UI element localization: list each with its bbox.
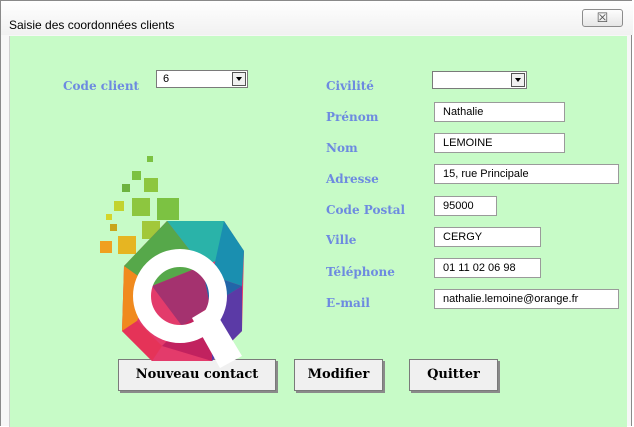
quitter-button[interactable]: Quitter: [409, 359, 498, 391]
dialog-window: Saisie des coordonnées clients ☒ Code cl…: [0, 0, 633, 427]
email-label: E-mail: [326, 296, 370, 310]
ville-field[interactable]: CERGY: [434, 227, 541, 247]
nom-field[interactable]: LEMOINE: [434, 133, 565, 153]
civilite-label: Civilité: [326, 79, 374, 93]
telephone-label: Téléphone: [326, 265, 395, 279]
window-title: Saisie des coordonnées clients: [9, 18, 175, 32]
q-logo-icon: [100, 156, 244, 368]
title-bar: Saisie des coordonnées clients ☒: [1, 1, 633, 35]
telephone-field[interactable]: 01 11 02 06 98: [434, 258, 541, 278]
email-field[interactable]: nathalie.lemoine@orange.fr: [434, 289, 619, 309]
form-area: Code client 6 Civilité Prénom Nathalie N…: [9, 36, 627, 427]
code-postal-field[interactable]: 95000: [434, 196, 497, 216]
prenom-field[interactable]: Nathalie: [434, 102, 565, 122]
chevron-down-icon[interactable]: [511, 73, 525, 87]
code-client-label: Code client: [63, 79, 140, 93]
adresse-label: Adresse: [326, 172, 379, 186]
modifier-button[interactable]: Modifier: [294, 359, 383, 391]
code-postal-label: Code Postal: [326, 203, 406, 217]
civilite-select[interactable]: [432, 71, 527, 89]
adresse-field[interactable]: 15, rue Principale: [434, 164, 619, 184]
chevron-down-icon[interactable]: [232, 72, 246, 86]
nom-label: Nom: [326, 141, 358, 155]
prenom-label: Prénom: [326, 110, 379, 124]
code-client-value: 6: [163, 73, 170, 85]
ville-label: Ville: [326, 233, 357, 247]
close-button[interactable]: ☒: [582, 9, 623, 27]
close-icon: ☒: [596, 10, 609, 25]
code-client-select[interactable]: 6: [156, 70, 248, 88]
